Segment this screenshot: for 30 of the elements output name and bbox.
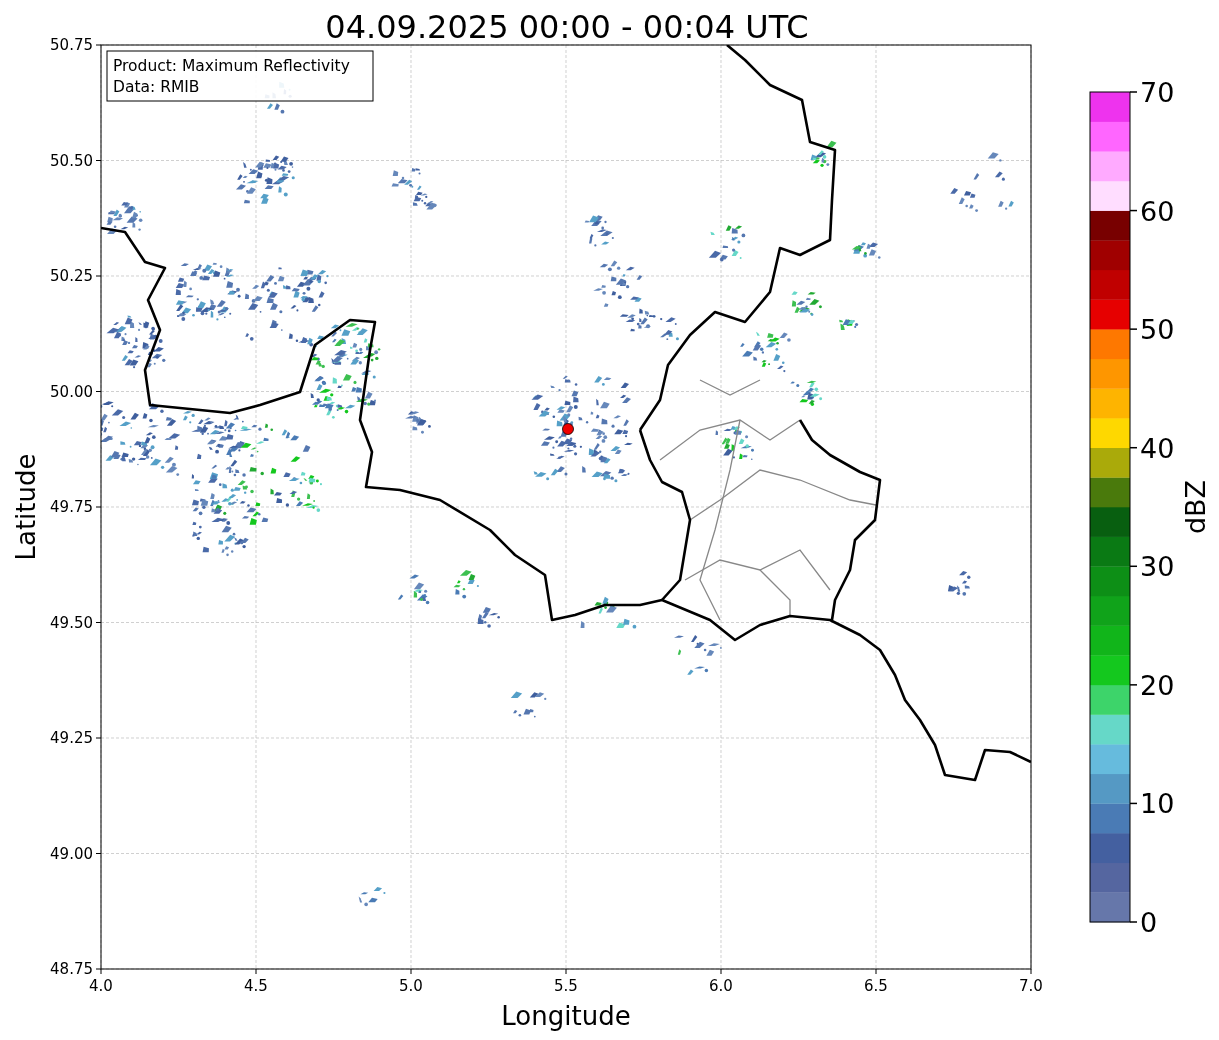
colorbar-tick-label: 70 xyxy=(1140,77,1175,108)
x-tick-label: 4.0 xyxy=(89,977,113,995)
colorbar-tick-label: 20 xyxy=(1140,669,1175,701)
colorbar-tick-label: 50 xyxy=(1140,314,1175,346)
y-tick-label: 49.50 xyxy=(50,613,93,632)
x-tick-label: 5.0 xyxy=(399,977,423,995)
x-tick-label: 5.5 xyxy=(554,977,578,995)
colorbar-tick-label: 0 xyxy=(1140,907,1158,938)
legend-text: Data: RMIB xyxy=(113,78,200,96)
y-tick-label: 48.75 xyxy=(50,960,93,978)
colorbar-tick-label: 10 xyxy=(1140,788,1175,820)
y-tick-label: 49.25 xyxy=(50,729,93,747)
y-axis-label: Latitude xyxy=(11,453,41,561)
x-tick-label: 6.5 xyxy=(864,977,888,995)
y-tick-label: 50.75 xyxy=(50,36,93,54)
legend-text: Product: Maximum Reflectivity xyxy=(113,57,350,75)
x-axis-label: Longitude xyxy=(501,1001,631,1031)
y-tick-label: 50.00 xyxy=(50,382,93,401)
y-tick-label: 49.00 xyxy=(50,844,93,863)
x-tick-label: 7.0 xyxy=(1019,977,1043,995)
chart-title: 04.09.2025 00:00 - 00:04 UTC xyxy=(325,8,809,46)
colorbar-label: dBZ xyxy=(1180,479,1211,535)
y-tick-label: 49.75 xyxy=(50,498,93,516)
colorbar-tick-label: 60 xyxy=(1140,195,1175,227)
x-tick-label: 6.0 xyxy=(709,977,733,995)
x-tick-label: 4.5 xyxy=(244,977,268,995)
colorbar-tick-label: 30 xyxy=(1140,551,1175,583)
y-tick-label: 50.50 xyxy=(50,151,93,170)
y-tick-label: 50.25 xyxy=(50,267,93,285)
colorbar-tick-label: 40 xyxy=(1140,432,1175,464)
